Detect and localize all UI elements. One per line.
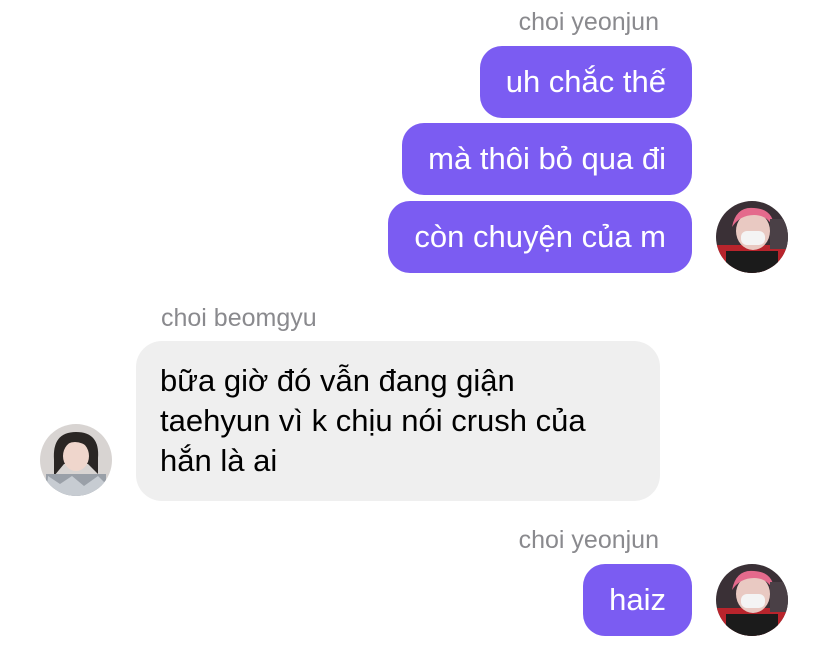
avatar[interactable]	[716, 564, 788, 636]
message-text: haiz	[609, 582, 666, 617]
message-bubble[interactable]: bữa giờ đó vẫn đang giận taehyun vì k ch…	[136, 341, 660, 501]
message-bubble[interactable]: uh chắc thế	[479, 46, 692, 118]
message-text-line: bữa giờ đó vẫn đang giận	[160, 363, 515, 398]
avatar[interactable]	[716, 201, 788, 273]
avatar-yeonjun-image	[716, 201, 788, 273]
avatar-yeonjun-image	[716, 564, 788, 636]
message-text: mà thôi bỏ qua đi	[428, 141, 666, 176]
sender-name-yeonjun: choi yeonjun	[518, 526, 659, 554]
message-bubble[interactable]: còn chuyện của m	[388, 201, 692, 273]
message-text-line: taehyun vì k chịu nói crush của	[160, 403, 586, 438]
message-bubble[interactable]: haiz	[583, 564, 692, 636]
sender-name-yeonjun: choi yeonjun	[518, 8, 659, 36]
avatar[interactable]	[40, 424, 112, 496]
message-text: còn chuyện của m	[414, 219, 666, 254]
message-text-line: hắn là ai	[160, 443, 278, 478]
sender-name-beomgyu: choi beomgyu	[161, 304, 317, 332]
message-text: uh chắc thế	[505, 64, 666, 99]
message-bubble[interactable]: mà thôi bỏ qua đi	[402, 123, 692, 195]
avatar-beomgyu-image	[40, 424, 112, 496]
